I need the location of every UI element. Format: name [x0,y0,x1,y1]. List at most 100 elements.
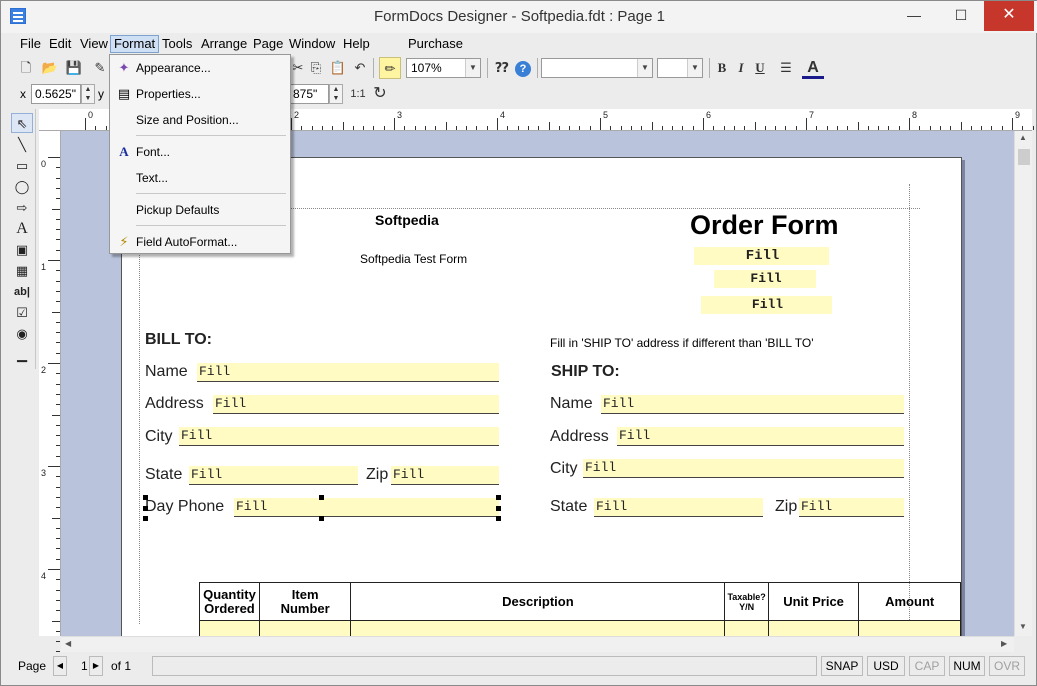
page-number[interactable]: 1 [81,659,88,673]
bill-state-field[interactable]: Fill [189,466,358,485]
rotate-icon[interactable]: ↻ [369,83,391,105]
menu-edit[interactable]: Edit [46,36,74,52]
ellipse-tool-icon[interactable]: ◯ [11,177,33,197]
menu-font[interactable]: A Font... [112,141,288,163]
ship-to-note[interactable]: Fill in 'SHIP TO' address if different t… [550,336,814,350]
bill-state-label[interactable]: State [145,466,182,484]
selection-handle[interactable] [143,516,148,521]
horizontal-scrollbar[interactable]: ◀ ▶ [61,636,1014,652]
pointer-select-icon[interactable]: ⇖ [11,113,33,133]
unit-price-cell[interactable]: Fill [767,620,860,636]
font-name-select[interactable]: ▼ [541,58,653,78]
scroll-left-icon[interactable]: ◀ [65,639,71,648]
selection-handle[interactable] [319,495,324,500]
previous-page-icon[interactable]: ◀ [53,656,67,676]
amount-cell[interactable]: Fill [858,620,961,636]
bill-city-field[interactable]: Fill [179,427,499,446]
ship-name-field[interactable]: Fill [601,395,904,414]
selection-handle[interactable] [319,516,324,521]
ship-zip-field[interactable]: Fill [799,498,904,517]
menu-view[interactable]: View [77,36,111,52]
bill-address-field[interactable]: Fill [213,395,499,414]
line-tool-icon[interactable]: ╲ [11,135,33,155]
menu-pickup-defaults[interactable]: Pickup Defaults [112,199,288,221]
selection-handle[interactable] [143,506,148,511]
maximize-button[interactable]: ☐ [938,1,984,31]
bill-zip-field[interactable]: Fill [391,466,499,485]
scroll-thumb[interactable] [1018,149,1030,165]
description-cell[interactable]: Fill [350,620,726,636]
menu-purchase[interactable]: Purchase [405,36,466,52]
open-folder-icon[interactable]: 📂 [39,57,61,79]
checkbox-tool-icon[interactable]: ☑ [11,303,33,323]
close-button[interactable]: ✕ [984,1,1034,31]
radio-button-tool-icon[interactable]: ◉ [11,324,33,344]
menu-page[interactable]: Page [250,36,286,52]
scroll-down-icon[interactable]: ▼ [1019,622,1027,631]
unit-price-header[interactable]: Unit Price [767,582,860,621]
menu-appearance[interactable]: ✦ Appearance... [112,57,288,79]
amount-header[interactable]: Amount [858,582,961,621]
selection-handle[interactable] [143,495,148,500]
menu-file[interactable]: File [17,36,44,52]
header-fill-field[interactable]: Fill [694,247,829,265]
menu-tools[interactable]: Tools [159,36,195,52]
description-header[interactable]: Description [350,582,726,621]
ship-to-heading[interactable]: SHIP TO: [551,363,620,381]
selection-handle[interactable] [496,495,501,500]
bill-city-label[interactable]: City [145,428,173,446]
selection-handle[interactable] [496,506,501,511]
scroll-up-icon[interactable]: ▲ [1019,133,1027,142]
qty-cell[interactable]: Fill [199,620,260,636]
ship-state-field[interactable]: Fill [594,498,763,517]
ship-city-field[interactable]: Fill [583,459,904,478]
ship-name-label[interactable]: Name [550,395,593,413]
bill-name-label[interactable]: Name [145,363,188,381]
menu-format[interactable]: Format [110,35,160,53]
arrow-tool-icon[interactable]: ⇨ [11,198,33,218]
day-phone-label[interactable]: Day Phone [145,498,224,516]
copy-icon[interactable]: ⎘ [305,57,327,79]
button-tool-icon[interactable]: ▁ [11,345,33,365]
menu-help[interactable]: Help [340,36,373,52]
next-page-icon[interactable]: ▶ [89,656,103,676]
ship-address-field[interactable]: Fill [617,427,904,446]
context-help-icon[interactable]: ⁇ [491,57,513,79]
menu-properties[interactable]: ▤ Properties... [112,83,288,105]
ship-zip-label[interactable]: Zip [775,498,797,516]
vertical-scrollbar[interactable]: ▲ ▼ [1014,131,1032,636]
ship-address-label[interactable]: Address [550,428,609,446]
ship-state-label[interactable]: State [550,498,587,516]
x-spin-icon[interactable]: ▲ ▼ [81,84,95,104]
company-name[interactable]: Softpedia [375,212,439,228]
save-icon[interactable]: 💾 [63,57,85,79]
form-heading[interactable]: Order Form [690,210,839,241]
bill-address-label[interactable]: Address [145,395,204,413]
text-field-tool-icon[interactable]: ab| [11,282,33,302]
bill-to-heading[interactable]: BILL TO: [145,331,212,349]
menu-arrange[interactable]: Arrange [198,36,250,52]
header-fill-field[interactable]: Fill [714,270,816,288]
minimize-button[interactable]: — [891,1,937,31]
x-position-input[interactable]: 0.5625" [31,84,81,104]
qty-header[interactable]: Quantity Ordered [199,582,260,621]
item-header[interactable]: Item Number [258,582,352,621]
actual-size-button[interactable]: 1:1 [347,83,369,105]
ship-city-label[interactable]: City [550,460,578,478]
menu-text[interactable]: Text... [112,167,288,189]
edit-pencil-icon[interactable]: ✎ [89,57,111,79]
undo-icon[interactable]: ↶ [349,57,371,79]
text-tool-icon[interactable]: A [11,219,33,239]
highlight-pen-icon[interactable]: ✏ [379,57,401,79]
line-style-icon[interactable]: ☰ [775,57,797,79]
selection-handle[interactable] [496,516,501,521]
form-subtitle[interactable]: Softpedia Test Form [360,252,467,266]
taxable-header[interactable]: Taxable? Y/N [724,582,769,621]
new-document-icon[interactable]: 🗋 [15,57,37,79]
snap-indicator[interactable]: SNAP [821,656,863,676]
bill-zip-label[interactable]: Zip [366,466,388,484]
item-cell[interactable]: Fill [258,620,352,636]
image-tool-icon[interactable]: ▣ [11,240,33,260]
rectangle-tool-icon[interactable]: ▭ [11,156,33,176]
menu-window[interactable]: Window [286,36,338,52]
